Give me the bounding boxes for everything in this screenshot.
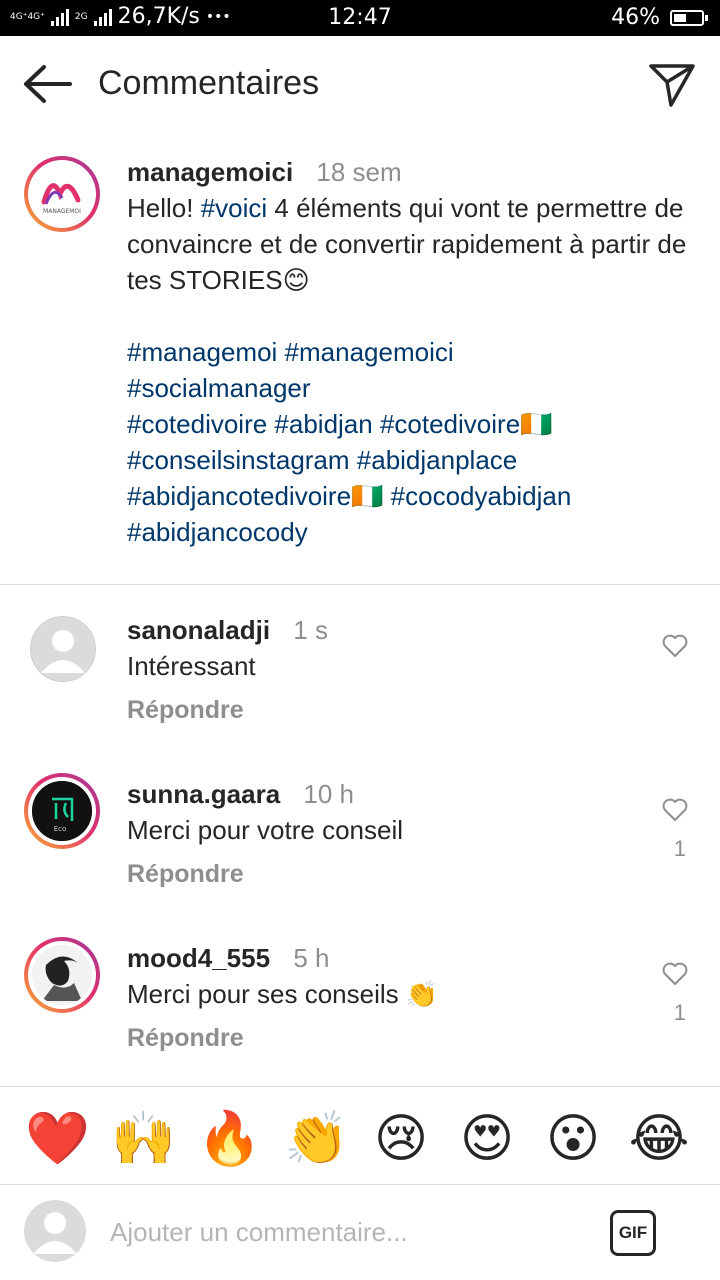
comment-username[interactable]: sanonaladji xyxy=(127,615,270,645)
hashtag-voici[interactable]: #voici xyxy=(201,193,267,223)
hashtags-line[interactable]: #cotedivoire #abidjan #cotedivoire xyxy=(127,409,520,439)
divider xyxy=(0,1086,720,1087)
mood-avatar xyxy=(32,945,92,1005)
svg-text:Eco: Eco xyxy=(54,825,67,833)
avatar[interactable] xyxy=(24,937,100,1013)
flag-ci-icon: 🇨🇮 xyxy=(520,409,553,439)
post-username[interactable]: managemoici xyxy=(127,157,293,187)
default-avatar-icon xyxy=(41,630,85,673)
avatar xyxy=(24,1200,86,1262)
hashtags-line[interactable]: #abidjancocody xyxy=(127,514,707,550)
post-caption: MANAGEMOI managemoici 18 sem Hello! #voi… xyxy=(0,132,720,584)
comment-item: sanonaladji 1 s Intéressant Répondre xyxy=(0,612,720,776)
page-title: Commentaires xyxy=(98,64,320,102)
emoji-clap-button[interactable]: 👏 xyxy=(284,1108,349,1170)
comment-text: Intéressant xyxy=(127,651,256,681)
avatar[interactable]: MANAGEMOI xyxy=(24,156,100,232)
avatar[interactable] xyxy=(30,616,96,682)
eco-avatar: Eco xyxy=(32,781,92,841)
emoji-fire-button[interactable]: 🔥 xyxy=(197,1108,262,1170)
comment-text: Merci pour votre conseil xyxy=(127,815,403,845)
paper-plane-icon[interactable] xyxy=(648,62,696,108)
emoji-surprised-button[interactable]: 😮 xyxy=(542,1108,604,1170)
reply-button[interactable]: Répondre xyxy=(127,692,647,728)
emoji-heart-eyes-button[interactable]: 😍 xyxy=(456,1108,518,1170)
emoji-raised-hands-button[interactable]: 🙌 xyxy=(111,1108,176,1170)
heart-icon[interactable] xyxy=(662,798,688,822)
like-count[interactable]: 1 xyxy=(674,836,686,862)
svg-text:MANAGEMOI: MANAGEMOI xyxy=(43,208,81,215)
hashtags-line[interactable]: #abidjancotedivoire xyxy=(127,481,351,511)
caption-text: managemoici 18 sem Hello! #voici 4 éléme… xyxy=(127,154,707,550)
comment-item: mood4_555 5 h Merci pour ses conseils 👏 … xyxy=(0,937,720,1104)
hashtags-line[interactable]: #managemoi #managemoici xyxy=(127,334,707,370)
emoji-quick-bar: ❤️ 🙌 🔥 👏 😢 😍 😮 😂 xyxy=(0,1100,720,1184)
emoji-heart-button[interactable]: ❤️ xyxy=(25,1108,90,1170)
gif-button[interactable]: GIF xyxy=(610,1210,656,1256)
comment-time: 1 s xyxy=(293,615,328,645)
comment-time: 10 h xyxy=(303,779,355,809)
comment-item: Eco sunna.gaara 10 h Merci pour votre co… xyxy=(0,773,720,940)
comment-text: Merci pour ses conseils xyxy=(127,979,406,1009)
battery-percent: 46% xyxy=(611,5,660,30)
emoji-laugh-button[interactable]: 😂 xyxy=(628,1108,690,1170)
header: Commentaires xyxy=(0,36,720,132)
caption-start: Hello! xyxy=(127,193,201,223)
hashtags-line[interactable]: #conseilsinstagram #abidjanplace xyxy=(127,442,707,478)
divider xyxy=(0,584,720,585)
post-time: 18 sem xyxy=(316,157,402,187)
comment-input-bar: GIF xyxy=(0,1184,720,1280)
heart-icon[interactable] xyxy=(662,962,688,986)
managemoi-logo: MANAGEMOI xyxy=(32,164,92,224)
comment-time: 5 h xyxy=(293,943,330,973)
avatar[interactable]: Eco xyxy=(24,773,100,849)
battery-icon xyxy=(670,9,708,26)
reply-button[interactable]: Répondre xyxy=(127,1020,647,1056)
clap-emoji: 👏 xyxy=(405,979,439,1009)
comment-username[interactable]: sunna.gaara xyxy=(127,779,280,809)
reply-button[interactable]: Répondre xyxy=(127,856,647,892)
status-right: 46% xyxy=(611,5,708,30)
hashtags-line[interactable]: #cocodyabidjan xyxy=(383,481,572,511)
heart-icon[interactable] xyxy=(662,634,688,658)
smile-emoji: 😊 xyxy=(282,265,310,295)
arrow-left-icon[interactable] xyxy=(22,64,74,104)
like-count[interactable]: 1 xyxy=(674,1000,686,1026)
status-bar: 4G⁺4G⁺ 2G 26,7K/s ••• 12:47 46% xyxy=(0,0,720,36)
comment-username[interactable]: mood4_555 xyxy=(127,943,270,973)
emoji-sad-button[interactable]: 😢 xyxy=(370,1108,432,1170)
comment-input[interactable] xyxy=(110,1210,570,1254)
flag-ci-icon: 🇨🇮 xyxy=(351,481,384,511)
default-avatar-icon xyxy=(33,1212,77,1254)
hashtags-line[interactable]: #socialmanager xyxy=(127,370,707,406)
